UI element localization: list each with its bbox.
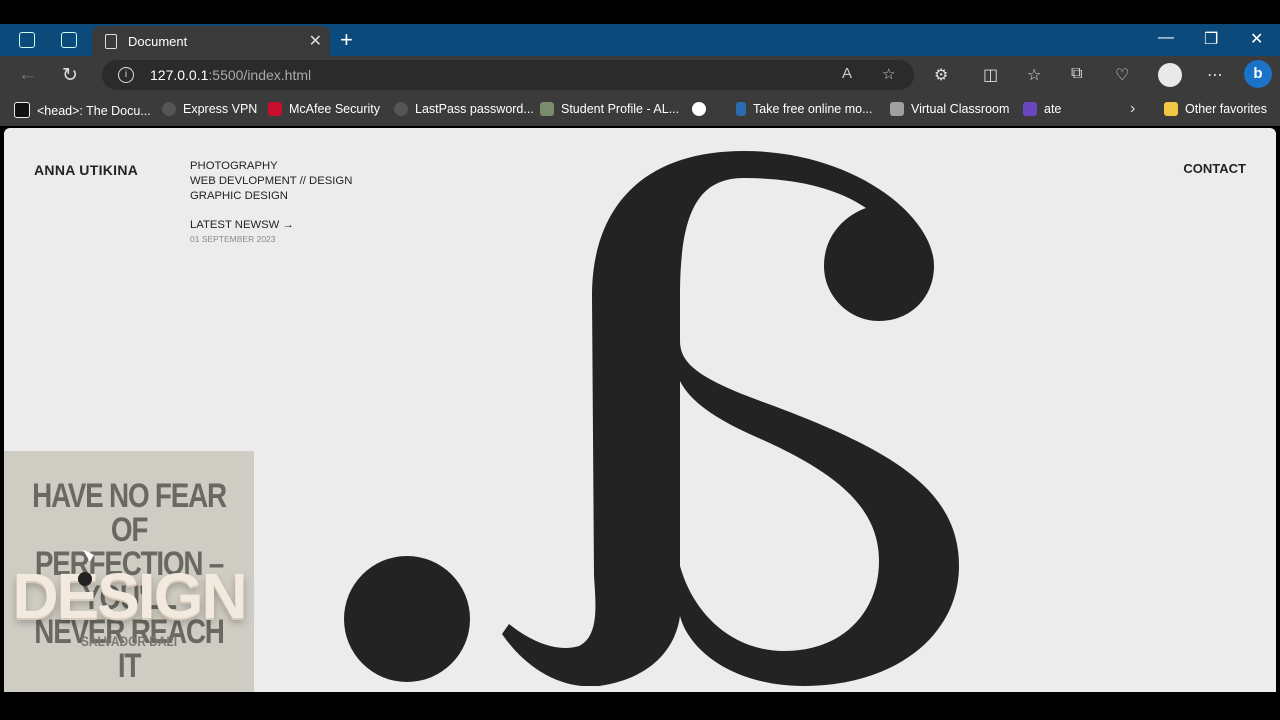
- quote-line: HAVE NO FEAR OF: [32, 477, 227, 549]
- restore-button[interactable]: ❐: [1204, 29, 1218, 49]
- page-viewport: ANNA UTIKINA PHOTOGRAPHY WEB DEVLOPMENT …: [4, 128, 1276, 692]
- bookmark-label: Take free online mo...: [753, 102, 873, 116]
- bookmark-favicon: [14, 102, 30, 118]
- monogram-logo: [344, 151, 959, 686]
- bookmark-label: Student Profile - AL...: [561, 102, 680, 116]
- bookmark-label: Virtual Classroom: [911, 102, 1010, 116]
- bookmark-lastpass[interactable]: LastPass password...: [394, 102, 534, 116]
- student-profile-icon: [540, 102, 554, 116]
- contact-link[interactable]: CONTACT: [1183, 161, 1246, 176]
- minimize-button[interactable]: —: [1158, 29, 1174, 47]
- copilot-icon[interactable]: b: [1244, 60, 1272, 88]
- collections-icon[interactable]: ⧉: [1071, 65, 1082, 83]
- folder-icon: [1164, 102, 1178, 116]
- custom-cursor-dot: [78, 572, 92, 586]
- address-bar[interactable]: i 127.0.0.1:5500/index.html A ☆: [102, 60, 914, 90]
- logo-dot: [344, 556, 470, 682]
- extensions-icon[interactable]: ⚙: [934, 65, 948, 85]
- close-tab-icon[interactable]: ✕: [309, 31, 322, 51]
- other-favorites-label: Other favorites: [1185, 102, 1267, 116]
- brand-name[interactable]: ANNA UTIKINA: [34, 162, 138, 178]
- bookmark-ate[interactable]: ate: [1023, 102, 1061, 116]
- workspaces-icon[interactable]: [19, 32, 35, 48]
- url-host: 127.0.0.1: [150, 67, 209, 83]
- classroom-icon: [890, 102, 904, 116]
- bookmark-label: McAfee Security: [289, 102, 381, 116]
- tab-document[interactable]: Document ✕: [92, 26, 330, 56]
- more-menu-icon[interactable]: ⋯: [1207, 65, 1223, 85]
- latest-news-link[interactable]: LATEST NEWSW →: [190, 219, 294, 231]
- quote-author: SALVADOR DALI: [80, 633, 178, 649]
- new-tab-button[interactable]: +: [340, 27, 353, 53]
- url-path: :5500/index.html: [208, 67, 312, 83]
- bookmarks-bar: <head>: The Docu... Express VPN McAfee S…: [0, 94, 1280, 126]
- page-icon: [105, 34, 117, 49]
- main-menu: PHOTOGRAPHY WEB DEVLOPMENT // DESIGN GRA…: [190, 159, 352, 204]
- google-icon: [692, 102, 706, 116]
- site-info-icon[interactable]: i: [118, 67, 134, 83]
- bookmark-student-profile[interactable]: Student Profile - AL...: [540, 102, 679, 116]
- hp-icon: [162, 102, 176, 116]
- bookmark-virtual-classroom[interactable]: Virtual Classroom: [890, 102, 1009, 116]
- bookmark-label: <head>: The Docu...: [37, 104, 151, 118]
- bookmark-express-vpn[interactable]: Express VPN: [162, 102, 257, 116]
- menu-item-web-development[interactable]: WEB DEVLOPMENT // DESIGN: [190, 174, 352, 189]
- browser-essentials-icon[interactable]: ♡: [1115, 65, 1129, 85]
- bookmark-mcafee[interactable]: McAfee Security: [268, 102, 380, 116]
- other-favorites[interactable]: Other favorites: [1164, 102, 1267, 116]
- bookmark-label: Express VPN: [183, 102, 258, 116]
- url-text[interactable]: 127.0.0.1:5500/index.html: [150, 67, 311, 83]
- bookmark-label: ate: [1044, 102, 1062, 116]
- design-word: DESIGN: [12, 560, 247, 632]
- bookmark-head-docu[interactable]: <head>: The Docu...: [14, 102, 151, 118]
- browser-toolbar: ← ↻ i 127.0.0.1:5500/index.html A ☆ ⚙ ◫ …: [0, 56, 1280, 94]
- menu-item-graphic-design[interactable]: GRAPHIC DESIGN: [190, 189, 352, 204]
- logo-glyph: [502, 151, 959, 686]
- chevron-right-icon[interactable]: ›: [1130, 100, 1135, 118]
- mcafee-shield-icon: [268, 102, 282, 116]
- refresh-button[interactable]: ↻: [62, 64, 78, 87]
- back-button[interactable]: ←: [18, 64, 37, 86]
- close-window-button[interactable]: ✕: [1250, 29, 1263, 49]
- list-icon: [1023, 102, 1037, 116]
- menu-item-photography[interactable]: PHOTOGRAPHY: [190, 159, 352, 174]
- news-date: 01 SEPTEMBER 2023: [190, 234, 276, 244]
- favorites-icon[interactable]: ☆: [1027, 65, 1041, 85]
- bookmark-google[interactable]: [692, 102, 713, 116]
- tab-actions-icon[interactable]: [61, 32, 77, 48]
- quote-card[interactable]: HAVE NO FEAR OF PERFECTION – YOU'LL NEVE…: [4, 451, 254, 692]
- course-icon: [736, 102, 746, 116]
- split-screen-icon[interactable]: ◫: [983, 65, 998, 85]
- bookmark-label: LastPass password...: [415, 102, 534, 116]
- hp-icon: [394, 102, 408, 116]
- bookmark-online-courses[interactable]: Take free online mo...: [736, 102, 873, 116]
- tab-title: Document: [128, 34, 188, 49]
- read-aloud-icon[interactable]: A: [842, 65, 852, 82]
- favorite-star-icon[interactable]: ☆: [882, 65, 895, 83]
- tab-strip: Document ✕ + — ❐ ✕: [0, 24, 1280, 56]
- profile-avatar[interactable]: [1158, 63, 1182, 87]
